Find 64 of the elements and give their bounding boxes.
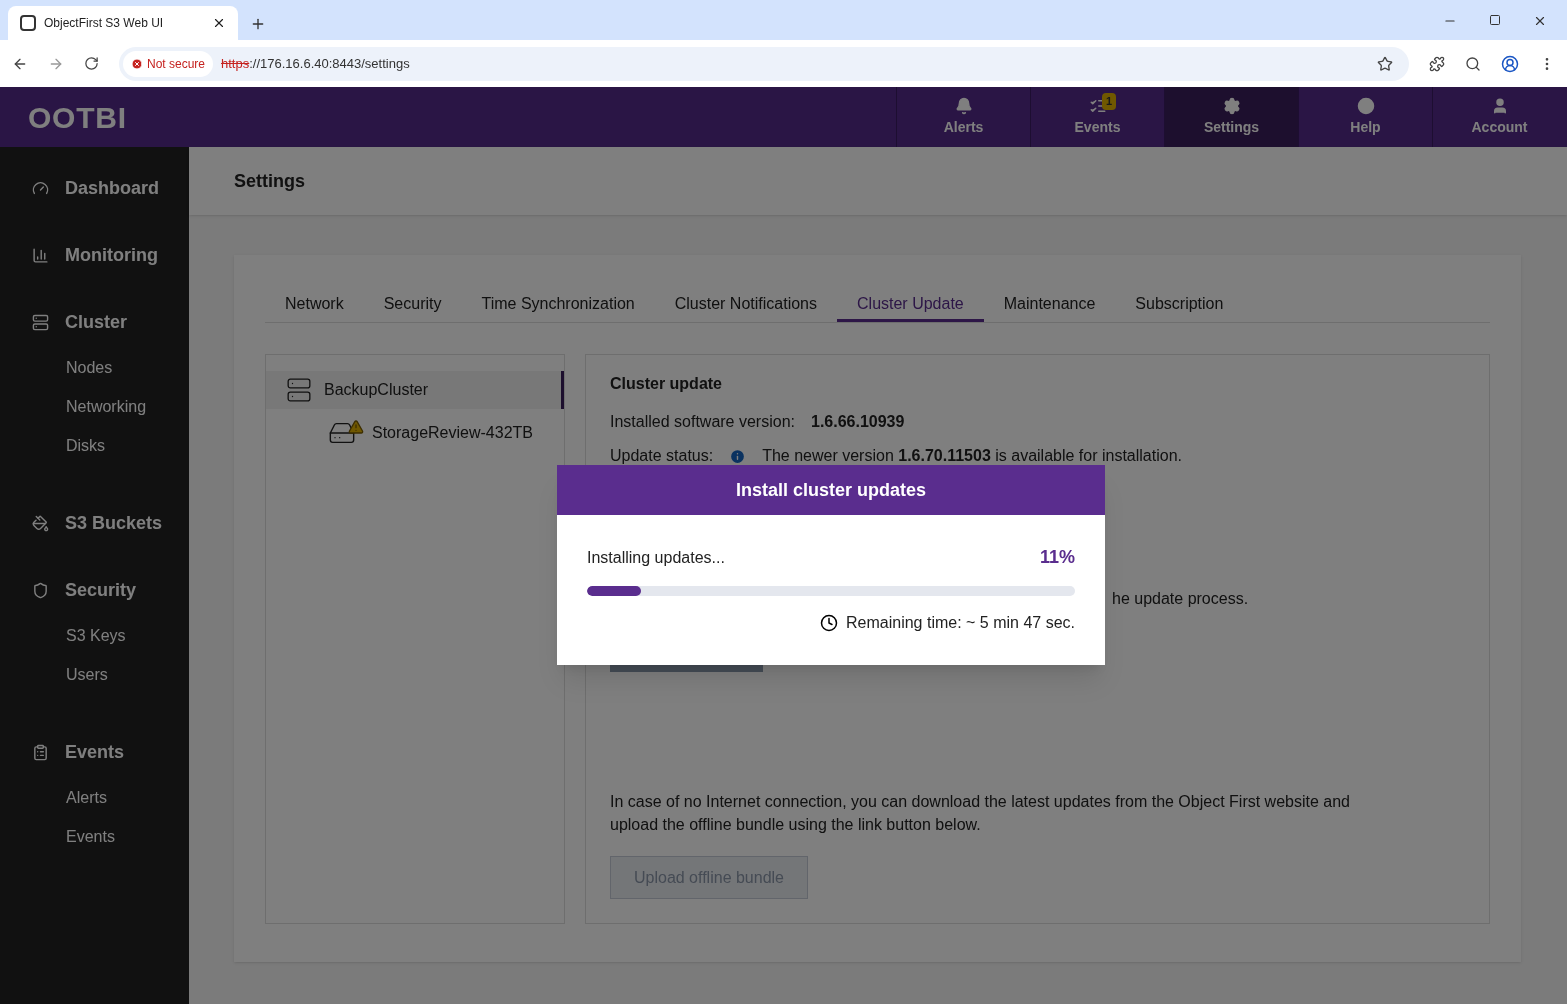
sidebar-subitem[interactable]: Users — [0, 655, 189, 694]
tab-title: ObjectFirst S3 Web UI — [44, 15, 165, 32]
offline-note: In case of no Internet connection, you can download the latest updates from the Object First website and upload the offline bundle using the link button below. — [610, 792, 1351, 835]
progress-status: Installing updates... — [587, 547, 725, 568]
site-icon — [20, 15, 36, 31]
nav-button[interactable]: Settings — [1164, 87, 1298, 147]
sidebar-subitem[interactable]: Networking — [0, 387, 189, 426]
bucket-icon — [32, 514, 49, 532]
settings-tab[interactable]: Security — [363, 289, 462, 322]
clipboard-icon — [32, 743, 49, 761]
sidebar-item[interactable]: Security — [0, 569, 189, 611]
settings-tab[interactable]: Cluster Notifications — [654, 289, 837, 322]
url-text: https://176.16.6.40:8443/settings — [221, 54, 410, 73]
dialog-title: Install cluster updates — [735, 478, 927, 502]
sidebar-subitem[interactable]: Disks — [0, 426, 189, 465]
sidebar-item[interactable]: S3 Buckets — [0, 502, 189, 544]
profile-icon[interactable] — [1501, 54, 1519, 73]
reload-icon[interactable] — [84, 56, 99, 71]
settings-tab[interactable]: Maintenance — [983, 289, 1116, 322]
field-value: 1.6.66.10939 — [811, 413, 905, 431]
server-icon — [32, 313, 49, 331]
error-icon — [131, 57, 143, 70]
sidebar-item[interactable]: Cluster — [0, 301, 189, 343]
logo: OOTBI — [28, 99, 127, 136]
description-text: he update process. — [1112, 590, 1249, 608]
settings-tab[interactable]: Network — [265, 289, 364, 322]
settings-tab[interactable]: Cluster Update — [837, 289, 984, 322]
field-label: Update status: — [610, 447, 714, 465]
sidebar-subitem[interactable]: Events — [0, 817, 189, 856]
bookmark-star-icon[interactable] — [1377, 55, 1393, 72]
sidebar-subitem[interactable]: S3 Keys — [0, 616, 189, 655]
browser-tab[interactable]: ObjectFirst S3 Web UI — [8, 6, 238, 40]
extensions-icon[interactable] — [1429, 55, 1445, 72]
shield-icon — [32, 581, 49, 599]
sidebar-item[interactable]: Events — [0, 731, 189, 773]
tree-item[interactable]: BackupCluster — [266, 371, 564, 409]
gear-icon — [1222, 96, 1241, 115]
close-icon[interactable] — [212, 16, 226, 30]
remaining-time: Remaining time: ~ 5 min 47 sec. — [846, 613, 1075, 633]
info-icon — [729, 447, 747, 465]
security-chip[interactable]: Not secure — [123, 50, 214, 77]
close-icon[interactable] — [1533, 14, 1547, 28]
bell-icon — [954, 96, 973, 115]
bar-chart-icon — [32, 246, 49, 264]
gauge-icon — [32, 179, 49, 197]
page-title: Settings — [234, 169, 305, 193]
sidebar-subitem[interactable]: Alerts — [0, 778, 189, 817]
settings-tab[interactable]: Time Synchronization — [461, 289, 655, 322]
sidebar-item[interactable]: Monitoring — [0, 234, 189, 276]
sidebar-item[interactable]: Dashboard — [0, 167, 189, 209]
address-bar[interactable]: Not secure https://176.16.6.40:8443/settings — [119, 46, 1409, 81]
section-heading: Cluster update — [610, 375, 723, 393]
new-tab-icon[interactable] — [250, 16, 266, 32]
clock-icon — [820, 614, 838, 632]
sidebar-subitem[interactable]: Nodes — [0, 348, 189, 387]
count-badge: 1 — [1102, 93, 1117, 110]
search-icon[interactable] — [1465, 55, 1481, 72]
progress-percent: 11% — [1039, 546, 1075, 569]
tree-item[interactable]: StorageReview-432TB — [266, 409, 564, 457]
status-text: The newer version 1.6.70.11503 is available for installation. — [762, 447, 1182, 465]
server-icon — [286, 377, 312, 403]
field-label: Installed software version: — [610, 413, 795, 431]
settings-tab[interactable]: Subscription — [1115, 289, 1244, 322]
maximize-icon[interactable] — [1489, 14, 1501, 26]
